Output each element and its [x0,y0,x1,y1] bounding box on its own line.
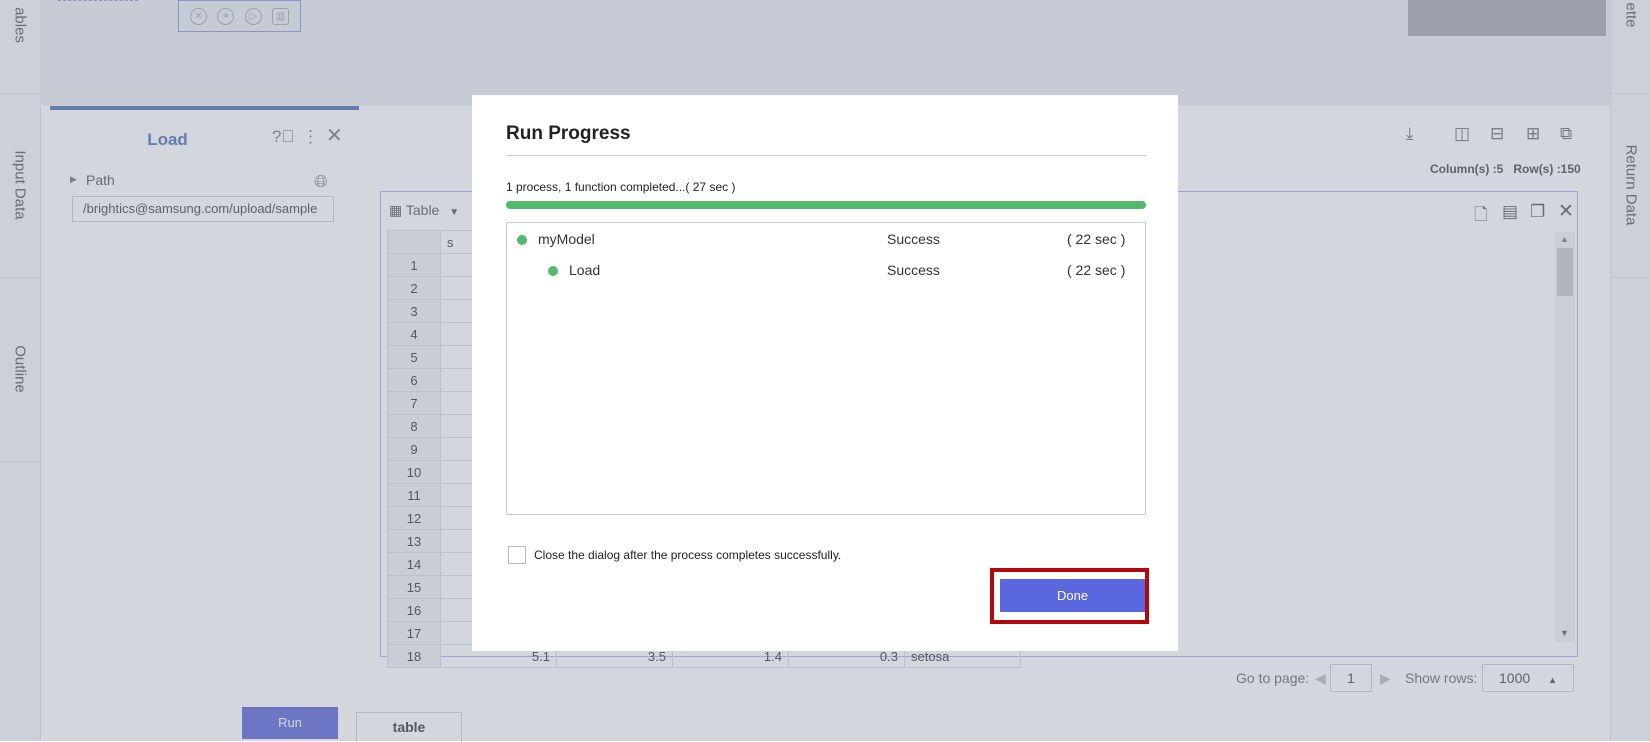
progress-bar-fill [506,201,1146,209]
function-row: Load Success ( 22 sec ) [507,261,1145,281]
run-progress-dialog: Run Progress 1 process, 1 function compl… [472,95,1178,651]
auto-close-checkbox[interactable] [508,546,526,564]
success-status-dot [548,266,558,276]
function-name: Load [569,262,601,278]
process-time: ( 22 sec ) [1067,231,1126,247]
auto-close-label: Close the dialog after the process compl… [534,548,842,562]
process-name: myModel [538,231,595,247]
done-button[interactable]: Done [1000,579,1145,612]
success-status-dot [517,235,527,245]
progress-bar [506,201,1146,209]
process-row: myModel Success ( 22 sec ) [507,230,1145,250]
dialog-title: Run Progress [506,123,631,144]
title-divider [506,155,1146,156]
progress-status-text: 1 process, 1 function completed...( 27 s… [506,180,736,194]
process-list: myModel Success ( 22 sec ) Load Success … [506,222,1146,515]
function-status: Success [887,262,940,278]
function-time: ( 22 sec ) [1067,262,1126,278]
process-status: Success [887,231,940,247]
